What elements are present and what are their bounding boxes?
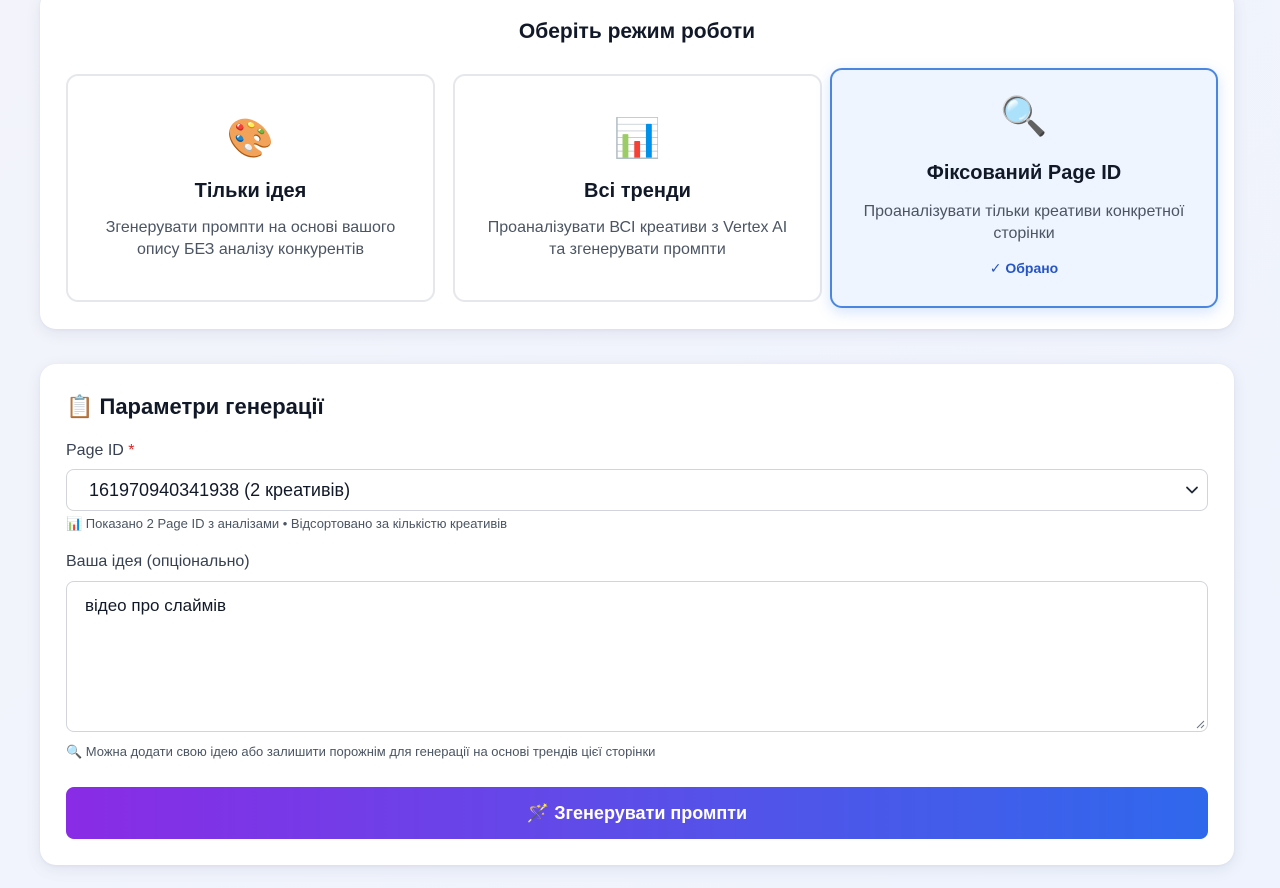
idea-textarea[interactable]: відео про слаймів <box>66 581 1208 732</box>
mode-option-idea-only[interactable]: 🎨 Тільки ідея Згенерувати промпти на осн… <box>66 74 435 302</box>
mode-option-name: Фіксований Page ID <box>926 162 1122 184</box>
idea-label: Ваша ідея (опціонально) <box>66 553 250 570</box>
selected-badge: ✓ Обрано <box>989 260 1059 276</box>
palette-icon: 🎨 <box>226 118 275 160</box>
mode-option-description: Проаналізувати ВСІ креативи з Vertex AI … <box>487 219 788 258</box>
mode-option-name: Тільки ідея <box>194 180 307 202</box>
mode-option-name: Всі тренди <box>584 180 691 202</box>
mode-option-fixed-page-id[interactable]: 🔍 Фіксований Page ID Проаналізувати тіль… <box>830 68 1218 308</box>
generate-button-label: 🪄 Згенерувати промпти <box>526 802 748 823</box>
page-id-hint: 📊 Показано 2 Page ID з аналізами • Відсо… <box>66 516 508 531</box>
section-title: 📋 Параметри генерації <box>66 394 324 419</box>
mode-option-description: Проаналізувати тільки креативи конкретно… <box>863 203 1185 242</box>
bar-chart-icon: 📊 <box>613 118 662 160</box>
page-id-label-text: Page ID <box>66 442 124 459</box>
chevron-down-icon <box>1186 486 1198 494</box>
resize-grip-icon[interactable] <box>1195 719 1205 729</box>
mode-option-all-trends[interactable]: 📊 Всі тренди Проаналізувати ВСІ креативи… <box>453 74 822 302</box>
required-mark: * <box>128 442 135 459</box>
generate-prompts-button[interactable]: 🪄 Згенерувати промпти <box>66 787 1208 839</box>
mode-option-description: Згенерувати промпти на основі вашого опи… <box>105 219 396 258</box>
generation-params-card: 📋 Параметри генерації Page ID * 16197094… <box>40 364 1234 865</box>
mode-selector-title: Оберіть режим роботи <box>518 20 756 43</box>
idea-hint: 🔍 Можна додати свою ідею або залишити по… <box>66 744 656 759</box>
page-id-label: Page ID * <box>66 442 135 460</box>
mode-selector-card: Оберіть режим роботи 🎨 Тільки ідея Згене… <box>40 0 1234 329</box>
magnifier-icon: 🔍 <box>1000 96 1048 138</box>
idea-text: відео про слаймів <box>85 596 227 615</box>
page-id-select[interactable]: 161970940341938 (2 креативів) <box>66 469 1208 511</box>
page-id-selected-value: 161970940341938 (2 креативів) <box>89 480 351 500</box>
